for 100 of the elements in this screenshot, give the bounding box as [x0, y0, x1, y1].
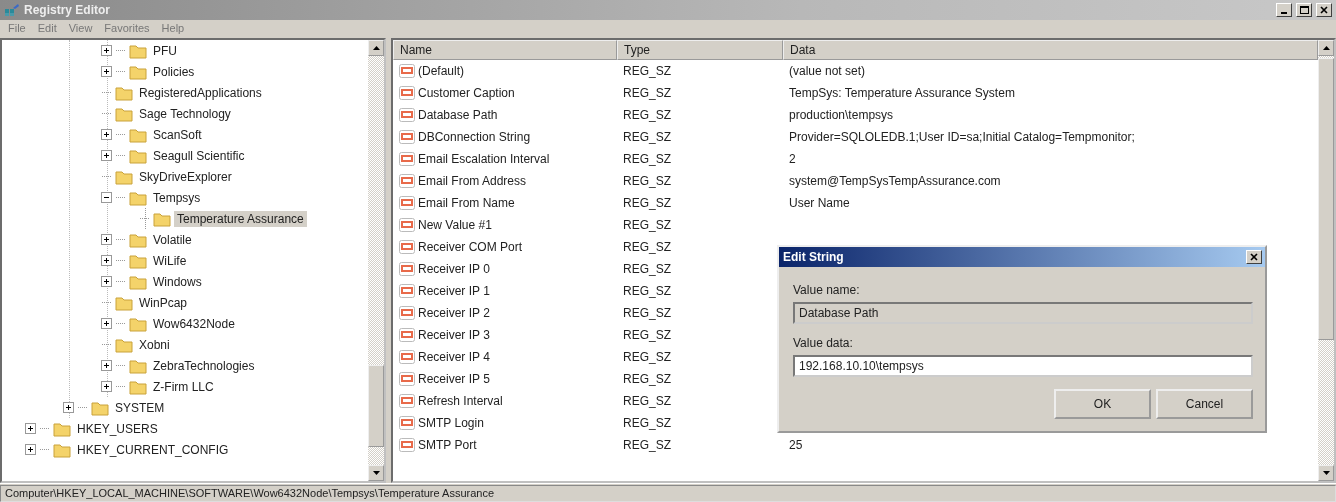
value-name[interactable]: Receiver IP 3	[418, 328, 490, 342]
tree-item[interactable]: PFU	[150, 42, 180, 59]
tree-item[interactable]: ZebraTechnologies	[150, 357, 258, 374]
value-type: REG_SZ	[622, 328, 672, 342]
value-data: production\tempsys	[788, 108, 895, 122]
column-header[interactable]: Type	[617, 40, 783, 60]
minimize-button[interactable]	[1276, 3, 1292, 17]
value-type: REG_SZ	[622, 174, 672, 188]
value-name[interactable]: SMTP Login	[418, 416, 484, 430]
tree-item[interactable]: Xobni	[136, 336, 173, 353]
tree-item[interactable]: Tempsys	[150, 189, 204, 206]
tree-item[interactable]: WiLife	[150, 252, 190, 269]
value-name[interactable]: Customer Caption	[418, 86, 515, 100]
folder-icon	[91, 399, 109, 416]
expand-toggle[interactable]	[25, 444, 36, 455]
close-button[interactable]	[1316, 3, 1332, 17]
column-header[interactable]: Name	[393, 40, 617, 60]
value-name[interactable]: Receiver IP 1	[418, 284, 490, 298]
scroll-down-button[interactable]	[1318, 465, 1334, 481]
value-name[interactable]: New Value #1	[418, 218, 492, 232]
scrollbar[interactable]	[368, 40, 384, 481]
scroll-up-button[interactable]	[368, 40, 384, 56]
expand-toggle[interactable]	[101, 381, 112, 392]
value-data: system@TempSysTempAssurance.com	[788, 174, 1002, 188]
string-value-icon	[399, 262, 415, 276]
expand-toggle[interactable]	[101, 255, 112, 266]
tree-item[interactable]: SYSTEM	[112, 399, 168, 416]
expand-toggle[interactable]	[101, 318, 112, 329]
value-data: (value not set)	[788, 64, 867, 78]
string-value-icon	[399, 350, 415, 364]
expand-toggle[interactable]	[25, 423, 36, 434]
value-name[interactable]: Database Path	[418, 108, 498, 122]
scroll-thumb[interactable]	[1318, 58, 1334, 340]
tree-item[interactable]: HKEY_USERS	[74, 420, 161, 437]
plus-icon	[103, 320, 110, 327]
maximize-button[interactable]	[1296, 3, 1312, 17]
folder-icon	[115, 336, 133, 353]
tree-item[interactable]: Z-Firm LLC	[150, 378, 217, 395]
up-arrow-icon	[1322, 46, 1330, 50]
close-icon	[1250, 253, 1258, 261]
tree-item[interactable]: RegisteredApplications	[136, 84, 265, 101]
value-name-field[interactable]: Database Path	[793, 302, 1253, 324]
tree-item[interactable]: Volatile	[150, 231, 195, 248]
value-name[interactable]: Receiver IP 4	[418, 350, 490, 364]
tree-item[interactable]: Sage Technology	[136, 105, 234, 122]
folder-icon	[129, 231, 147, 248]
scroll-up-button[interactable]	[1318, 40, 1334, 56]
plus-icon	[103, 152, 110, 159]
expand-toggle[interactable]	[101, 234, 112, 245]
tree-item[interactable]: WinPcap	[136, 294, 191, 311]
tree-item[interactable]: HKEY_CURRENT_CONFIG	[74, 441, 232, 458]
string-value-icon	[399, 438, 415, 452]
up-arrow-icon	[372, 46, 380, 50]
plus-icon	[27, 446, 34, 453]
dialog-button[interactable]: OK	[1054, 389, 1151, 419]
value-name[interactable]: Receiver COM Port	[418, 240, 523, 254]
expand-toggle[interactable]	[101, 129, 112, 140]
expand-toggle[interactable]	[101, 45, 112, 56]
value-name[interactable]: Receiver IP 2	[418, 306, 490, 320]
tree-item[interactable]: Temperature Assurance	[174, 210, 307, 227]
dialog-button[interactable]: Cancel	[1156, 389, 1253, 419]
value-name[interactable]: Receiver IP 5	[418, 372, 490, 386]
value-type: REG_SZ	[622, 218, 672, 232]
value-name[interactable]: Email From Address	[418, 174, 527, 188]
value-name[interactable]: Email From Name	[418, 196, 515, 210]
plus-icon	[103, 68, 110, 75]
scroll-down-button[interactable]	[368, 465, 384, 481]
tree-item[interactable]: Wow6432Node	[150, 315, 238, 332]
expand-toggle[interactable]	[63, 402, 74, 413]
value-type: REG_SZ	[622, 262, 672, 276]
close-button[interactable]	[1246, 250, 1262, 264]
expand-toggle[interactable]	[101, 360, 112, 371]
tree-item[interactable]: ScanSoft	[150, 126, 205, 143]
down-arrow-icon	[372, 471, 380, 475]
field-label: Value name:	[793, 283, 861, 297]
folder-icon	[53, 420, 71, 437]
plus-icon	[103, 131, 110, 138]
value-name[interactable]: Refresh Interval	[418, 394, 503, 408]
scroll-thumb[interactable]	[368, 365, 384, 447]
value-type: REG_SZ	[622, 130, 672, 144]
collapse-toggle[interactable]	[101, 192, 112, 203]
tree-item[interactable]: Windows	[150, 273, 205, 290]
folder-icon	[129, 189, 147, 206]
expand-toggle[interactable]	[101, 276, 112, 287]
value-data: Provider=SQLOLEDB.1;User ID=sa;Initial Catalog=Tempmonitor;	[788, 130, 1136, 144]
column-header[interactable]: Data	[783, 40, 1318, 60]
value-data-field[interactable]: 192.168.10.10\tempsys	[793, 355, 1253, 377]
plus-icon	[103, 362, 110, 369]
tree-item[interactable]: SkyDriveExplorer	[136, 168, 235, 185]
tree-item[interactable]: Seagull Scientific	[150, 147, 248, 164]
scrollbar[interactable]	[1318, 40, 1334, 481]
value-name[interactable]: Receiver IP 0	[418, 262, 490, 276]
value-name[interactable]: DBConnection String	[418, 130, 531, 144]
value-name[interactable]: Email Escalation Interval	[418, 152, 550, 166]
value-name[interactable]: (Default)	[418, 64, 464, 78]
expand-toggle[interactable]	[101, 150, 112, 161]
value-name[interactable]: SMTP Port	[418, 438, 477, 452]
tree-item[interactable]: Policies	[150, 63, 198, 80]
expand-toggle[interactable]	[101, 66, 112, 77]
field-label: Value data:	[793, 336, 854, 350]
